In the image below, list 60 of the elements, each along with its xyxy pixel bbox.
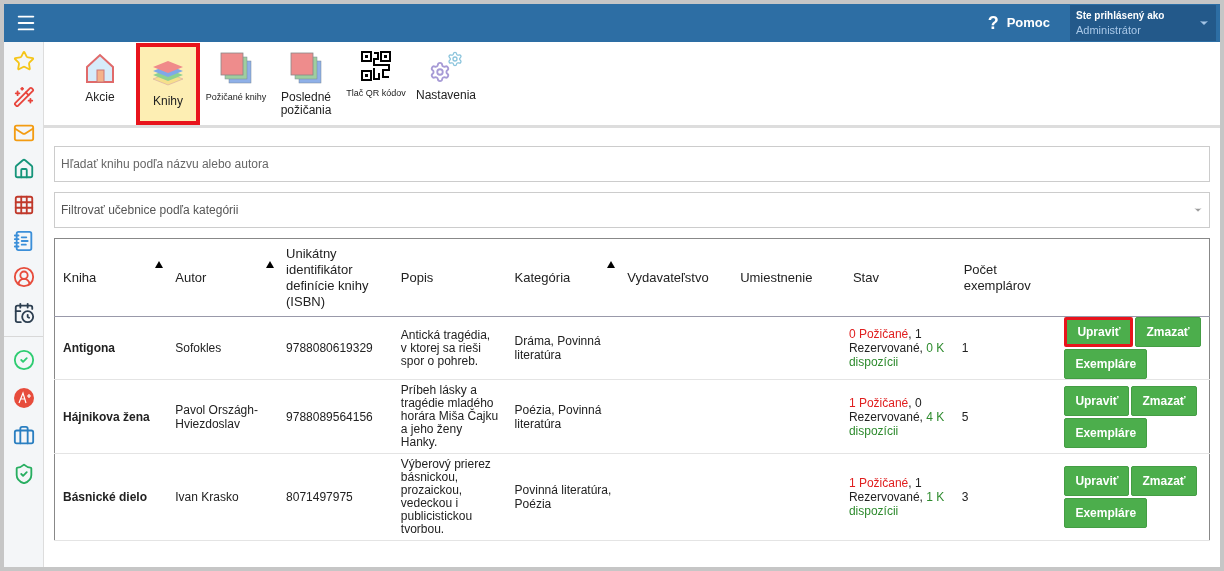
column-header: Popis [392, 238, 507, 317]
column-header: Stav [844, 238, 956, 317]
toolbar-button[interactable]: Požičané knihy [202, 42, 270, 125]
column-header: Unikátny identifikátor definície knihy (ISBN) [278, 238, 393, 317]
sort-arrow-icon[interactable] [155, 261, 164, 268]
column-header[interactable]: Kategória [506, 238, 620, 317]
notebook-icon[interactable] [12, 230, 35, 252]
search-field[interactable]: Hľadať knihu podľa názvu alebo autora [54, 146, 1210, 182]
book-title: Básnické dielo [54, 453, 168, 541]
table-cell: Sofokles [167, 316, 279, 380]
star-icon[interactable] [12, 50, 35, 72]
grid-calendar-icon[interactable] [12, 194, 35, 216]
grade-circle-icon[interactable] [12, 387, 35, 409]
table-cell: Výberový prierez básnickou, prozaickou, vedeckou i publicistickou tvorbou. [392, 453, 507, 541]
toolbar-button[interactable]: Nastavenia [412, 42, 480, 125]
magic-wand-icon[interactable] [12, 86, 35, 108]
check-circle-icon[interactable] [12, 349, 35, 371]
table-cell: 1 [955, 316, 1061, 380]
table-cell: Povinná literatúra, Poézia [506, 453, 620, 541]
sort-arrow-icon[interactable] [266, 261, 275, 268]
book-title: Antigona [54, 316, 168, 380]
question-mark-icon: ? [987, 9, 999, 37]
column-header: Vydavateľstvo [619, 238, 733, 317]
status-cell: 1 Požičané, 0 Rezervované, 4 K dispozícii [844, 379, 956, 454]
stacked-squares-icon [219, 50, 253, 85]
gears-icon [429, 50, 463, 83]
table-cell: 9788089564156 [278, 379, 393, 454]
table-cell: Príbeh lásky a tragédie mladého horára Miša Čajku a jeho ženy Hanky. [392, 379, 507, 454]
table-cell: 9788080619329 [278, 316, 393, 380]
table-cell: Pavol Országh-Hviezdoslav [167, 379, 279, 454]
help-link[interactable]: ? Pomoc [987, 9, 1050, 37]
status-cell: 1 Požičané, 1 Rezervované, 1 K dispozícii [844, 453, 956, 541]
table-cell: Poézia, Povinná literatúra [506, 379, 620, 454]
toolbar-button[interactable]: Akcie [66, 42, 134, 125]
qr-code-icon [361, 50, 391, 81]
house-icon[interactable] [12, 158, 35, 180]
stacked-squares-icon [289, 50, 323, 85]
table-cell: 8071497975 [278, 453, 393, 541]
table-cell: 5 [955, 379, 1061, 454]
table-cell: 3 [955, 453, 1061, 541]
briefcase-icon[interactable] [12, 425, 35, 447]
column-header[interactable]: Kniha [54, 238, 168, 317]
user-dropdown[interactable]: Ste prihlásený ako Administrátor [1070, 5, 1216, 41]
category-filter-dropdown[interactable]: Filtrovať učebnice podľa kategórii [54, 192, 1210, 228]
column-header: Počet exemplárov [955, 238, 1061, 317]
book-title: Hájnikova žena [54, 379, 168, 454]
table-cell: Ivan Krasko [167, 453, 279, 541]
column-header: Umiestnenie [732, 238, 845, 317]
status-cell: 0 Požičané, 1 Rezervované, 0 K dispozícii [844, 316, 956, 380]
table-cell: Dráma, Povinná literatúra [506, 316, 620, 380]
dropdown-caret-icon[interactable] [1193, 205, 1203, 215]
envelope-icon[interactable] [12, 122, 35, 144]
toolbar-button[interactable]: Posledné požičania [272, 42, 340, 125]
toolbar-button[interactable]: Tlač QR kódov [342, 42, 410, 125]
column-header[interactable]: Autor [167, 238, 279, 317]
user-icon[interactable] [12, 266, 35, 288]
toolbar-button[interactable]: Knihy [136, 42, 200, 125]
table-cell: Antická tragédia, v ktorej sa rieši spor o pohreb. [392, 316, 507, 380]
sort-arrow-icon[interactable] [607, 261, 616, 268]
calendar-clock-icon[interactable] [12, 302, 35, 324]
